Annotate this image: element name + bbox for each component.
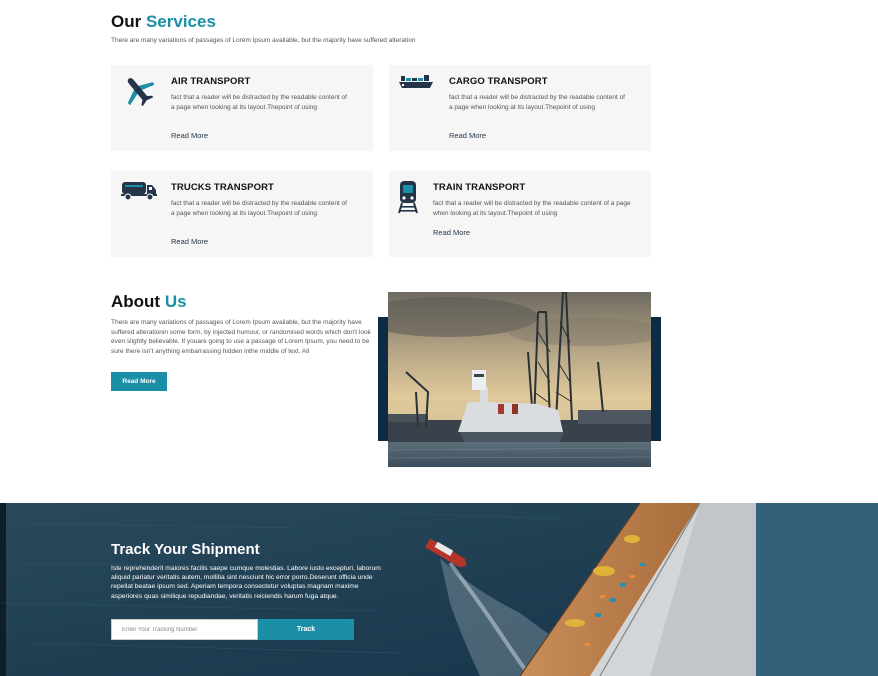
about-read-more-button[interactable]: Read More	[111, 372, 167, 391]
card-title: TRUCKS TRANSPORT	[171, 182, 274, 193]
services-title-accent: Services	[145, 12, 216, 31]
read-more-link[interactable]: Read More	[433, 228, 470, 237]
card-title: AIR TRANSPORT	[171, 76, 251, 87]
service-card-air: AIR TRANSPORT fact that a reader will be…	[111, 65, 373, 151]
service-card-train: TRAIN TRANSPORT fact that a reader will …	[389, 171, 651, 257]
card-title: TRAIN TRANSPORT	[433, 182, 526, 193]
services-title-prefix: Our	[111, 12, 142, 31]
card-description: fact that a reader will be distracted by…	[449, 94, 625, 111]
card-description: fact that a reader will be distracted by…	[171, 94, 347, 111]
truck-icon	[120, 179, 158, 206]
track-button[interactable]: Track	[258, 619, 354, 640]
about-title: About Us	[111, 292, 187, 312]
airplane-icon	[119, 73, 159, 114]
card-description: fact that a reader will be distracted by…	[433, 200, 631, 217]
service-card-trucks: TRUCKS TRANSPORT fact that a reader will…	[111, 171, 373, 257]
cargo-ship-icon	[398, 73, 434, 98]
services-subtitle: There are many variations of passages of…	[111, 37, 416, 44]
read-more-link[interactable]: Read More	[171, 131, 208, 140]
about-title-prefix: About	[111, 292, 161, 311]
port-ship-photo	[388, 292, 651, 467]
service-card-cargo: CARGO TRANSPORT fact that a reader will …	[389, 65, 651, 151]
read-more-link[interactable]: Read More	[449, 131, 486, 140]
about-text: There are many variations of passages of…	[111, 319, 371, 355]
track-title: Track Your Shipment	[111, 541, 260, 558]
about-title-accent: Us	[164, 292, 187, 311]
card-description: fact that a reader will be distracted by…	[171, 200, 347, 217]
tracking-number-input[interactable]	[111, 619, 258, 640]
track-text: Iste reprehenderit maiores facilis saepe…	[111, 565, 381, 600]
train-icon	[397, 180, 419, 221]
read-more-link[interactable]: Read More	[171, 237, 208, 246]
services-title: Our Services	[111, 12, 216, 32]
card-title: CARGO TRANSPORT	[449, 76, 548, 87]
track-shipment-section: Track Your Shipment Iste reprehenderit m…	[0, 503, 878, 676]
